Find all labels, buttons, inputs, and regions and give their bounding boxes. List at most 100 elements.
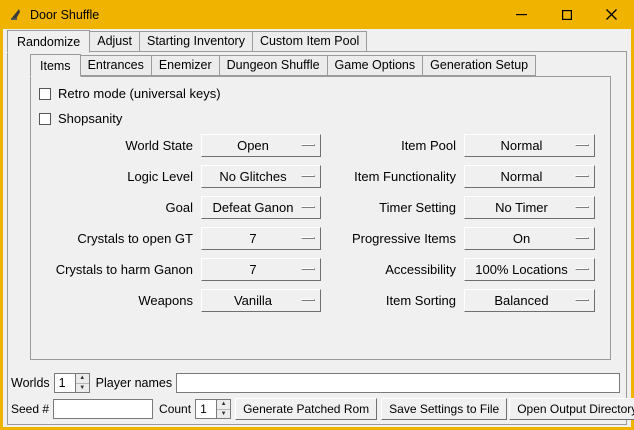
worlds-spin-down-icon[interactable]: ▼ — [76, 384, 89, 393]
seed-label: Seed # — [11, 402, 49, 416]
item-functionality-label: Item Functionality — [321, 169, 464, 184]
retro-mode-row: Retro mode (universal keys) — [39, 85, 221, 102]
dropdown-indicator-icon — [301, 206, 315, 208]
accessibility-value: 100% Locations — [475, 262, 568, 277]
tab-randomize[interactable]: Randomize — [7, 30, 90, 53]
logic-level-label: Logic Level — [31, 169, 201, 184]
randomize-tab-panel: Items Entrances Enemizer Dungeon Shuffle… — [7, 51, 627, 425]
dropdown-indicator-icon — [301, 144, 315, 146]
count-value[interactable]: 1 — [195, 399, 216, 419]
outer-tabbar: Randomize Adjust Starting Inventory Cust… — [7, 31, 367, 52]
tab-adjust[interactable]: Adjust — [89, 31, 140, 52]
shopsanity-label: Shopsanity — [58, 111, 122, 126]
accessibility-label: Accessibility — [321, 262, 464, 277]
shopsanity-checkbox[interactable] — [39, 113, 51, 125]
weapons-dropdown[interactable]: Vanilla — [201, 289, 321, 312]
shopsanity-row: Shopsanity — [39, 110, 122, 127]
item-pool-dropdown[interactable]: Normal — [464, 134, 595, 157]
tab-game-options[interactable]: Game Options — [327, 55, 424, 76]
tab-custom-item-pool[interactable]: Custom Item Pool — [252, 31, 367, 52]
item-pool-value: Normal — [501, 138, 543, 153]
minimize-button[interactable] — [499, 0, 544, 29]
player-names-input[interactable] — [176, 373, 620, 393]
dropdown-indicator-icon — [301, 299, 315, 301]
worlds-label: Worlds — [11, 376, 50, 390]
retro-mode-label: Retro mode (universal keys) — [58, 86, 221, 101]
dropdown-indicator-icon — [301, 175, 315, 177]
count-spin-up-icon[interactable]: ▲ — [217, 400, 230, 410]
crystals-gt-value: 7 — [249, 231, 256, 246]
timer-setting-dropdown[interactable]: No Timer — [464, 196, 595, 219]
worlds-spin-up-icon[interactable]: ▲ — [76, 374, 89, 384]
app-icon — [8, 7, 23, 22]
options-grid: World State Open Item Pool Normal Logic … — [31, 134, 610, 320]
close-button[interactable] — [589, 0, 634, 29]
logic-level-value: No Glitches — [219, 169, 286, 184]
world-state-value: Open — [237, 138, 269, 153]
app-window: Door Shuffle Randomize — [0, 0, 634, 430]
weapons-label: Weapons — [31, 293, 201, 308]
titlebar: Door Shuffle — [0, 0, 634, 29]
dropdown-indicator-icon — [575, 237, 589, 239]
tab-generation-setup[interactable]: Generation Setup — [422, 55, 536, 76]
crystals-ganon-value: 7 — [249, 262, 256, 277]
option-row: Crystals to open GT 7 Progressive Items … — [31, 227, 610, 250]
crystals-gt-label: Crystals to open GT — [31, 231, 201, 246]
tab-starting-inventory[interactable]: Starting Inventory — [139, 31, 253, 52]
item-sorting-dropdown[interactable]: Balanced — [464, 289, 595, 312]
retro-mode-checkbox[interactable] — [39, 88, 51, 100]
item-sorting-label: Item Sorting — [321, 293, 464, 308]
tab-entrances[interactable]: Entrances — [80, 55, 152, 76]
count-spin-down-icon[interactable]: ▼ — [217, 410, 230, 419]
items-tab-panel: Retro mode (universal keys) Shopsanity W… — [30, 76, 611, 360]
dropdown-indicator-icon — [301, 237, 315, 239]
dropdown-indicator-icon — [575, 299, 589, 301]
progressive-items-dropdown[interactable]: On — [464, 227, 595, 250]
goal-label: Goal — [31, 200, 201, 215]
count-label: Count — [159, 402, 191, 416]
dropdown-indicator-icon — [575, 144, 589, 146]
tab-items[interactable]: Items — [30, 54, 81, 77]
open-output-directory-button[interactable]: Open Output Directory — [509, 398, 634, 420]
dropdown-indicator-icon — [575, 175, 589, 177]
weapons-value: Vanilla — [234, 293, 272, 308]
client-area: Randomize Adjust Starting Inventory Cust… — [3, 29, 631, 427]
goal-value: Defeat Ganon — [213, 200, 294, 215]
tab-dungeon-shuffle[interactable]: Dungeon Shuffle — [219, 55, 328, 76]
item-sorting-value: Balanced — [494, 293, 548, 308]
save-settings-button[interactable]: Save Settings to File — [381, 398, 507, 420]
tab-enemizer[interactable]: Enemizer — [151, 55, 220, 76]
progressive-items-value: On — [513, 231, 530, 246]
world-state-label: World State — [31, 138, 201, 153]
item-functionality-dropdown[interactable]: Normal — [464, 165, 595, 188]
option-row: Goal Defeat Ganon Timer Setting No Timer — [31, 196, 610, 219]
item-functionality-value: Normal — [501, 169, 543, 184]
crystals-gt-dropdown[interactable]: 7 — [201, 227, 321, 250]
crystals-ganon-dropdown[interactable]: 7 — [201, 258, 321, 281]
worlds-row: Worlds 1 ▲ ▼ Player names — [11, 372, 622, 394]
maximize-button[interactable] — [544, 0, 589, 29]
timer-setting-value: No Timer — [495, 200, 548, 215]
goal-dropdown[interactable]: Defeat Ganon — [201, 196, 321, 219]
option-row: Crystals to harm Ganon 7 Accessibility 1… — [31, 258, 610, 281]
item-pool-label: Item Pool — [321, 138, 464, 153]
progressive-items-label: Progressive Items — [321, 231, 464, 246]
count-spinbox[interactable]: 1 ▲ ▼ — [195, 399, 231, 419]
worlds-value[interactable]: 1 — [54, 373, 75, 393]
timer-setting-label: Timer Setting — [321, 200, 464, 215]
close-icon — [606, 9, 617, 20]
generate-patched-rom-button[interactable]: Generate Patched Rom — [235, 398, 377, 420]
dropdown-indicator-icon — [575, 268, 589, 270]
worlds-spinbox[interactable]: 1 ▲ ▼ — [54, 373, 90, 393]
player-names-label: Player names — [96, 376, 172, 390]
accessibility-dropdown[interactable]: 100% Locations — [464, 258, 595, 281]
dropdown-indicator-icon — [575, 206, 589, 208]
inner-tabbar: Items Entrances Enemizer Dungeon Shuffle… — [30, 55, 536, 76]
minimize-icon — [516, 9, 527, 20]
window-title: Door Shuffle — [30, 8, 99, 22]
seed-input[interactable] — [53, 399, 153, 419]
world-state-dropdown[interactable]: Open — [201, 134, 321, 157]
option-row: Logic Level No Glitches Item Functionali… — [31, 165, 610, 188]
logic-level-dropdown[interactable]: No Glitches — [201, 165, 321, 188]
crystals-ganon-label: Crystals to harm Ganon — [31, 262, 201, 277]
